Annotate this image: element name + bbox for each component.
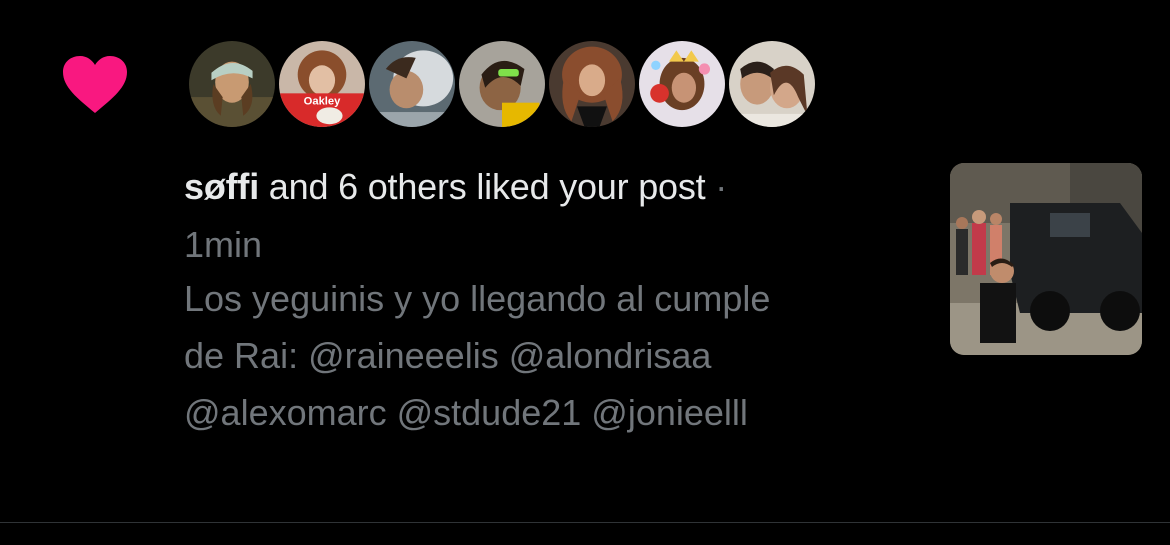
like-notification[interactable]: Oakley søffi and 6 others liked your pos… (0, 0, 1170, 522)
avatar[interactable] (636, 38, 728, 130)
timestamp: 1min (184, 224, 263, 265)
avatar[interactable] (456, 38, 548, 130)
notification-text: søffi and 6 others liked your post · 1mi… (184, 164, 924, 441)
avatar[interactable] (726, 38, 818, 130)
divider (0, 522, 1170, 523)
avatar[interactable] (546, 38, 638, 130)
action-text: and 6 others liked your post (259, 166, 706, 207)
heart-icon (63, 56, 127, 113)
post-text: Los yeguinis y yo llegando al cumple de … (184, 278, 771, 433)
avatar[interactable] (186, 38, 278, 130)
avatar[interactable] (366, 38, 458, 130)
post-media-thumbnail[interactable] (950, 163, 1142, 355)
separator: · (705, 166, 728, 207)
avatar[interactable]: Oakley (276, 38, 368, 130)
avatar-caption: Oakley (304, 96, 342, 108)
actor-name[interactable]: søffi (184, 166, 259, 207)
liker-avatars: Oakley (186, 38, 826, 134)
notification-headline: søffi and 6 others liked your post · (184, 164, 924, 210)
